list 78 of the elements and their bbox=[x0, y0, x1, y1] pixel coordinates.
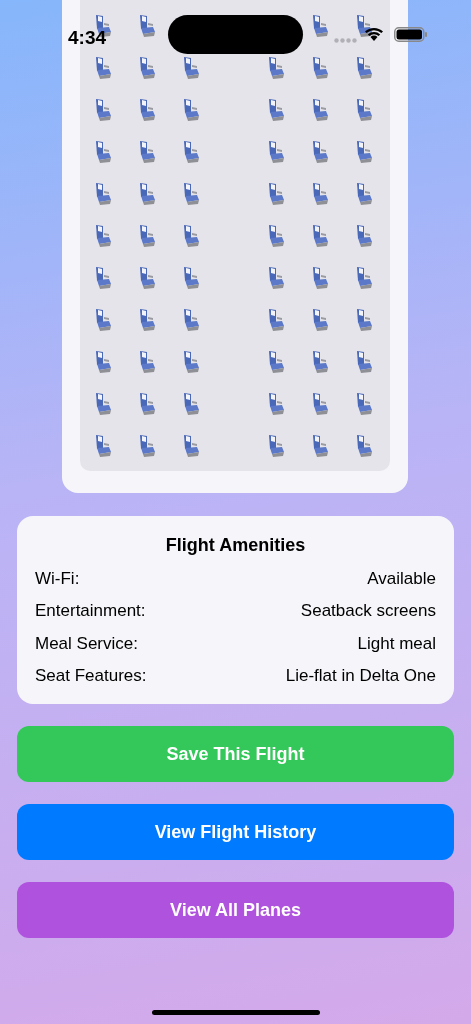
seat-icon bbox=[181, 140, 201, 164]
seat-icon bbox=[266, 350, 286, 374]
action-button[interactable]: View Flight History bbox=[17, 804, 454, 860]
seat-icon bbox=[266, 224, 286, 248]
seat-icon bbox=[266, 392, 286, 416]
seat-icon bbox=[181, 182, 201, 206]
seat-icon bbox=[93, 224, 113, 248]
seat-icon bbox=[137, 56, 157, 80]
seat-icon bbox=[137, 98, 157, 122]
signal-icon bbox=[334, 38, 358, 43]
seat-icon bbox=[310, 98, 330, 122]
seat-icon bbox=[137, 392, 157, 416]
seat-icon bbox=[93, 140, 113, 164]
amenity-label: Entertainment: bbox=[35, 600, 146, 622]
wifi-icon bbox=[364, 26, 384, 41]
seat-icon bbox=[181, 98, 201, 122]
seat-icon bbox=[181, 56, 201, 80]
seat-icon bbox=[354, 350, 374, 374]
seat-icon bbox=[310, 14, 330, 38]
seat-icon bbox=[266, 308, 286, 332]
seat-icon bbox=[310, 182, 330, 206]
seat-icon bbox=[354, 266, 374, 290]
seat-icon bbox=[181, 434, 201, 458]
seat-icon bbox=[310, 308, 330, 332]
seat-icon bbox=[354, 98, 374, 122]
seat-icon bbox=[310, 56, 330, 80]
seat-icon bbox=[181, 350, 201, 374]
amenity-label: Seat Features: bbox=[35, 665, 147, 687]
seat-icon bbox=[93, 350, 113, 374]
seat-icon bbox=[354, 140, 374, 164]
seat-icon bbox=[354, 434, 374, 458]
seat-icon bbox=[310, 266, 330, 290]
seat-icon bbox=[181, 224, 201, 248]
amenities-title: Flight Amenities bbox=[164, 534, 307, 556]
amenity-value: Light meal bbox=[357, 632, 436, 655]
seat-icon bbox=[266, 434, 286, 458]
amenity-label: Meal Service: bbox=[35, 632, 138, 655]
amenity-value: Seatback screens bbox=[300, 600, 436, 622]
seat-icon bbox=[137, 350, 157, 374]
seat-icon bbox=[354, 392, 374, 416]
seat-icon bbox=[310, 140, 330, 164]
seat-icon bbox=[93, 98, 113, 122]
amenity-value: Lie-flat in Delta One bbox=[285, 665, 436, 687]
seat-icon bbox=[310, 392, 330, 416]
seat-icon bbox=[137, 308, 157, 332]
status-time: 4:34 bbox=[68, 26, 107, 50]
seat-icon bbox=[93, 434, 113, 458]
seat-icon bbox=[93, 56, 113, 80]
amenity-label: Wi-Fi: bbox=[35, 567, 80, 590]
seat-icon bbox=[93, 182, 113, 206]
seat-icon bbox=[93, 266, 113, 290]
seat-icon bbox=[354, 308, 374, 332]
seat-icon bbox=[137, 14, 157, 38]
seat-icon bbox=[354, 224, 374, 248]
seat-icon bbox=[266, 182, 286, 206]
seat-icon bbox=[137, 140, 157, 164]
seat-icon bbox=[181, 266, 201, 290]
seat-icon bbox=[137, 224, 157, 248]
battery-icon bbox=[394, 27, 428, 42]
seat-icon bbox=[354, 182, 374, 206]
action-button[interactable]: View All Planes bbox=[17, 882, 454, 938]
seat-icon bbox=[266, 56, 286, 80]
seat-icon bbox=[266, 98, 286, 122]
seat-icon bbox=[310, 224, 330, 248]
seat-icon bbox=[181, 392, 201, 416]
amenity-value: Available bbox=[367, 567, 436, 590]
seat-icon bbox=[137, 434, 157, 458]
seat-icon bbox=[93, 308, 113, 332]
seat-icon bbox=[354, 56, 374, 80]
seat-icon bbox=[266, 266, 286, 290]
action-button[interactable]: Save This Flight bbox=[17, 726, 454, 782]
seat-icon bbox=[181, 308, 201, 332]
seat-icon bbox=[137, 182, 157, 206]
seat-icon bbox=[137, 266, 157, 290]
seat-icon bbox=[310, 434, 330, 458]
seat-icon bbox=[93, 392, 113, 416]
seat-icon bbox=[266, 140, 286, 164]
seat-icon bbox=[310, 350, 330, 374]
